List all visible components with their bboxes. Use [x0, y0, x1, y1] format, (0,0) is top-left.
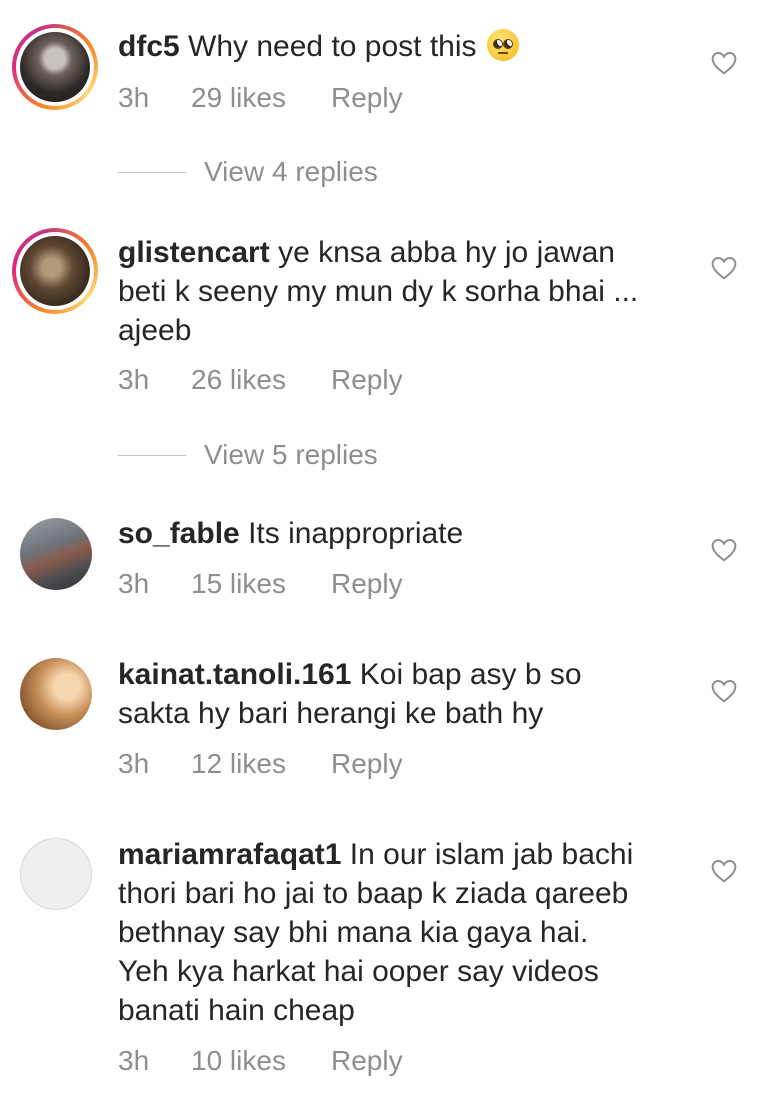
comment-username[interactable]: glistencart: [118, 236, 270, 269]
view-replies-button[interactable]: View 4 replies: [118, 156, 378, 188]
reply-button[interactable]: Reply: [331, 82, 403, 114]
replies-divider: [118, 171, 186, 173]
comment-body-line: beti k seeny my mun dy k sorha bhai ...: [118, 275, 639, 308]
heart-icon[interactable]: [711, 256, 737, 280]
comment-meta: 3h 12 likes Reply: [118, 748, 403, 780]
avatar[interactable]: [20, 518, 92, 590]
comment-likes[interactable]: 26 likes: [191, 364, 331, 396]
comment-text: so_fable Its inappropriate: [118, 514, 698, 553]
comment-meta: 3h 26 likes Reply: [118, 364, 403, 396]
avatar[interactable]: [20, 658, 92, 730]
comment-text: mariamrafaqat1 In our islam jab bachi th…: [118, 835, 698, 1030]
comment-text: dfc5 Why need to post this: [118, 27, 698, 66]
heart-icon[interactable]: [711, 51, 737, 75]
comment-username[interactable]: kainat.tanoli.161: [118, 658, 351, 691]
view-replies-label: View 5 replies: [204, 439, 378, 470]
comment-body: Why need to post this: [188, 30, 477, 63]
comment-time: 3h: [118, 1045, 150, 1076]
comment-time: 3h: [118, 568, 150, 599]
comment-username[interactable]: so_fable: [118, 517, 240, 550]
comment-meta: 3h 10 likes Reply: [118, 1045, 403, 1077]
reply-button[interactable]: Reply: [331, 364, 403, 396]
comment-likes[interactable]: 12 likes: [191, 748, 331, 780]
comment-body: Its inappropriate: [248, 517, 464, 550]
comment-body-line: ajeeb: [118, 314, 192, 347]
avatar[interactable]: [12, 228, 98, 314]
avatar[interactable]: [20, 838, 92, 910]
comment-body-line: In our islam jab bachi: [349, 838, 634, 871]
comment-likes[interactable]: 29 likes: [191, 82, 331, 114]
heart-icon[interactable]: [711, 679, 737, 703]
reply-button[interactable]: Reply: [331, 1045, 403, 1077]
comment-body-line: sakta hy bari herangi ke bath hy: [118, 697, 544, 730]
heart-icon[interactable]: [711, 538, 737, 562]
comment-username[interactable]: dfc5: [118, 30, 180, 63]
comments-list: dfc5 Why need to post this 3h 29 likes R…: [0, 0, 768, 1114]
comment-body-line: banati hain cheap: [118, 994, 355, 1027]
replies-divider: [118, 454, 186, 456]
comment-time: 3h: [118, 748, 150, 779]
comment-body-line: thori bari ho jai to baap k ziada qareeb: [118, 877, 629, 910]
comment-body-line: ye knsa abba hy jo jawan: [278, 236, 615, 269]
comment-likes[interactable]: 10 likes: [191, 1045, 331, 1077]
view-replies-label: View 4 replies: [204, 156, 378, 187]
comment-username[interactable]: mariamrafaqat1: [118, 838, 341, 871]
comment-likes[interactable]: 15 likes: [191, 568, 331, 600]
comment-time: 3h: [118, 364, 150, 395]
comment-time: 3h: [118, 82, 150, 113]
comment-body-line: Yeh kya harkat hai ooper say videos: [118, 955, 599, 988]
reply-button[interactable]: Reply: [331, 748, 403, 780]
reply-button[interactable]: Reply: [331, 568, 403, 600]
avatar[interactable]: [12, 24, 98, 110]
comment-body-line: bethnay say bhi mana kia gaya hai.: [118, 916, 589, 949]
comment-body-line: Koi bap asy b so: [359, 658, 582, 691]
comment-text: kainat.tanoli.161 Koi bap asy b so sakta…: [118, 655, 698, 733]
comment-text: glistencart ye knsa abba hy jo jawan bet…: [118, 233, 698, 350]
view-replies-button[interactable]: View 5 replies: [118, 439, 378, 471]
comment-meta: 3h 29 likes Reply: [118, 82, 403, 114]
comment-meta: 3h 15 likes Reply: [118, 568, 403, 600]
heart-icon[interactable]: [711, 859, 737, 883]
face-with-rolling-eyes-icon: [486, 29, 519, 61]
